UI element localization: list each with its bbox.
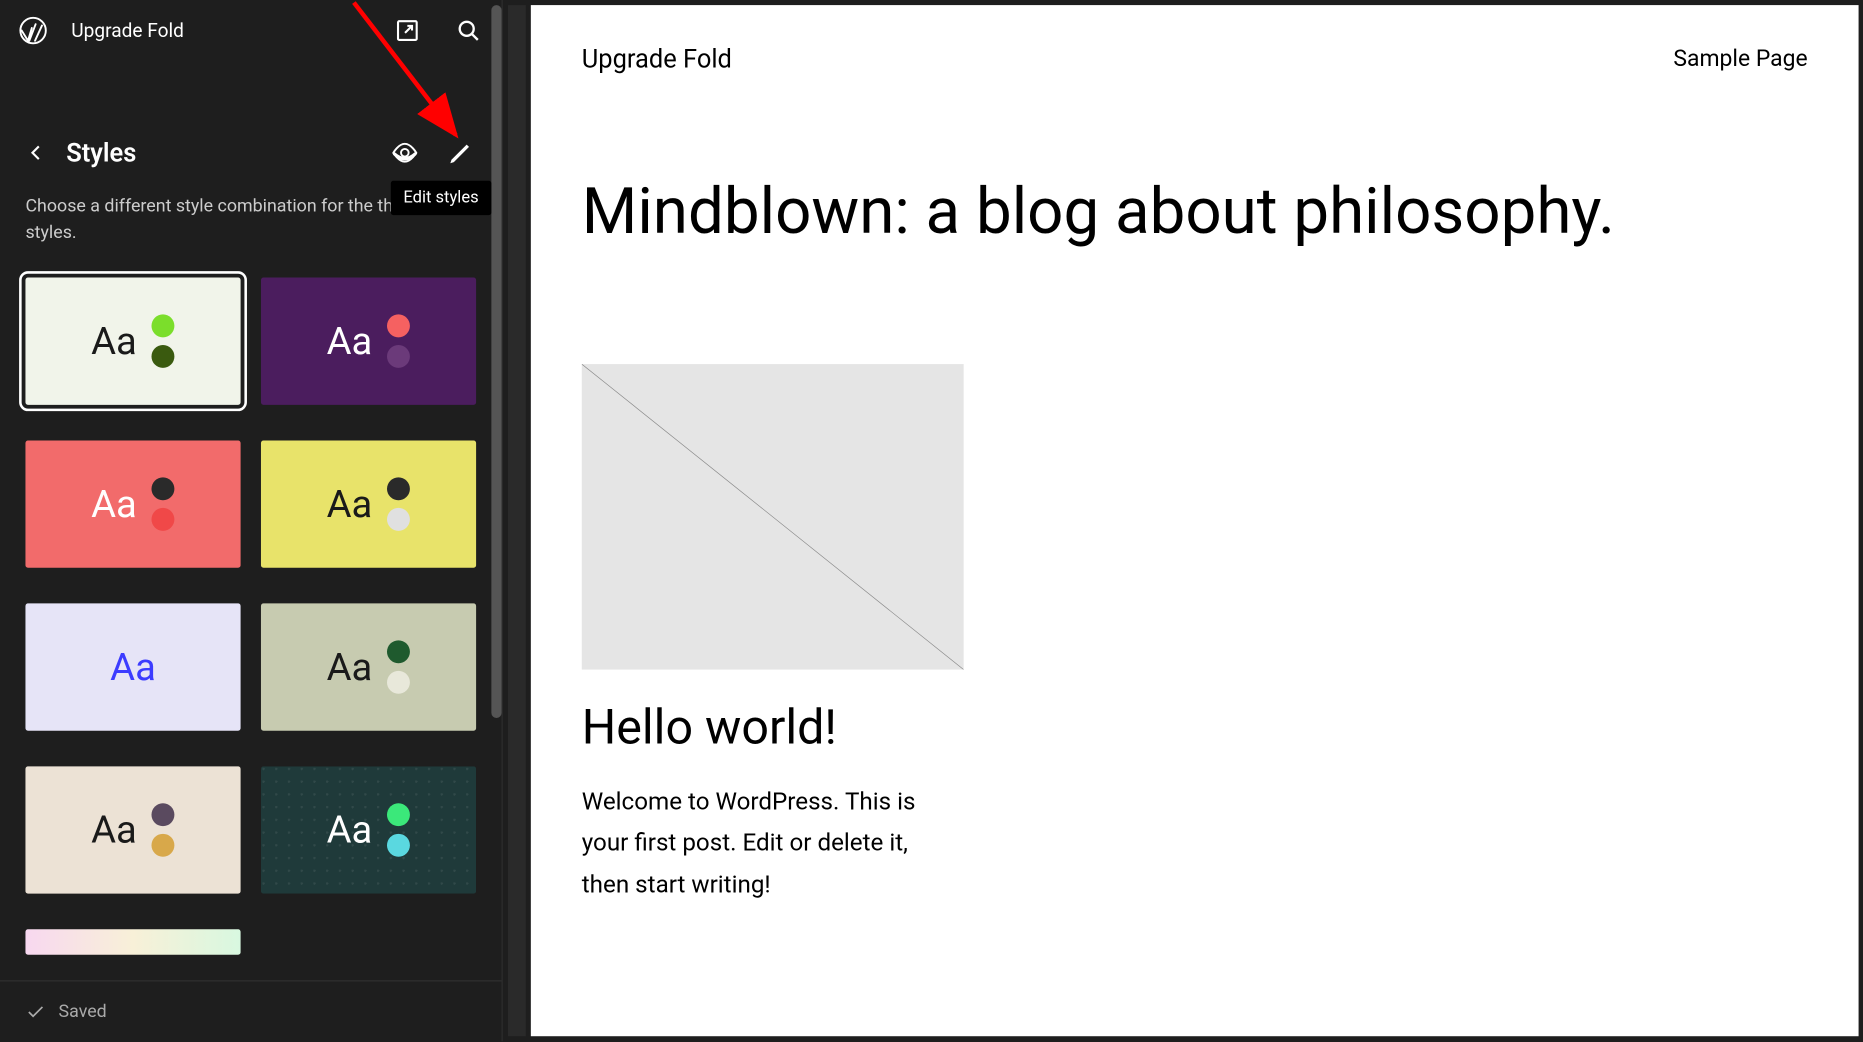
style-variation-3[interactable]: Aa [261,440,476,567]
saved-label: Saved [59,1001,107,1021]
style-variation-5[interactable]: Aa [261,603,476,730]
style-color-dots [152,314,175,367]
wordpress-logo[interactable] [10,8,56,54]
style-aa-sample: Aa [91,482,137,527]
style-aa-sample: Aa [327,482,373,527]
preview-post-title[interactable]: Hello world! [582,700,1808,756]
style-color-dots [388,477,411,530]
style-color-dots [152,803,175,856]
style-book-button[interactable] [384,132,425,173]
style-aa-sample: Aa [91,808,137,853]
styles-title: Styles [66,137,369,168]
preview-image-placeholder[interactable] [582,364,964,670]
preview-frame[interactable]: Upgrade Fold Sample Page Mindblown: a bl… [531,5,1859,1036]
preview-header: Upgrade Fold Sample Page [582,43,1808,74]
style-color-dots [388,640,411,693]
top-bar: Upgrade Fold [0,0,502,61]
view-site-button[interactable] [384,8,430,54]
style-aa-sample: Aa [327,645,373,690]
style-variation-1[interactable]: Aa [261,278,476,405]
preview-scrollbar[interactable] [508,5,526,1036]
style-color-dots [388,803,411,856]
style-variation-2[interactable]: Aa [25,440,240,567]
style-aa-sample: Aa [327,319,373,364]
preview-nav-link[interactable]: Sample Page [1673,45,1807,72]
preview-post-body[interactable]: Welcome to WordPress. This is your first… [582,782,951,905]
back-button[interactable] [20,137,51,168]
preview-area: Upgrade Fold Sample Page Mindblown: a bl… [503,0,1863,1041]
edit-styles-tooltip: Edit styles [391,181,492,215]
preview-site-title[interactable]: Upgrade Fold [582,43,732,74]
edit-styles-button[interactable]: Edit styles [440,132,481,173]
sidebar: Upgrade Fold Styles [0,0,503,1041]
style-variation-7[interactable]: Aa [261,766,476,893]
style-variation-6[interactable]: Aa [25,766,240,893]
styles-header: Styles Edit styles [0,112,502,183]
preview-main-heading[interactable]: Mindblown: a blog about philosophy. [582,176,1808,250]
styles-grid: Aa Aa Aa Aa Aa Aa Aa Aa [0,267,502,980]
status-bar: Saved [0,980,502,1041]
scrollbar-thumb[interactable] [491,5,501,718]
style-aa-sample: Aa [327,808,373,853]
style-variation-8[interactable] [25,929,240,954]
style-color-dots [388,314,411,367]
site-name[interactable]: Upgrade Fold [71,19,369,42]
style-variation-0[interactable]: Aa [25,278,240,405]
style-aa-sample: Aa [110,645,156,690]
style-variation-4[interactable]: Aa [25,603,240,730]
style-aa-sample: Aa [91,319,137,364]
style-color-dots [152,477,175,530]
check-icon [25,1001,45,1021]
command-palette-button[interactable] [446,8,492,54]
